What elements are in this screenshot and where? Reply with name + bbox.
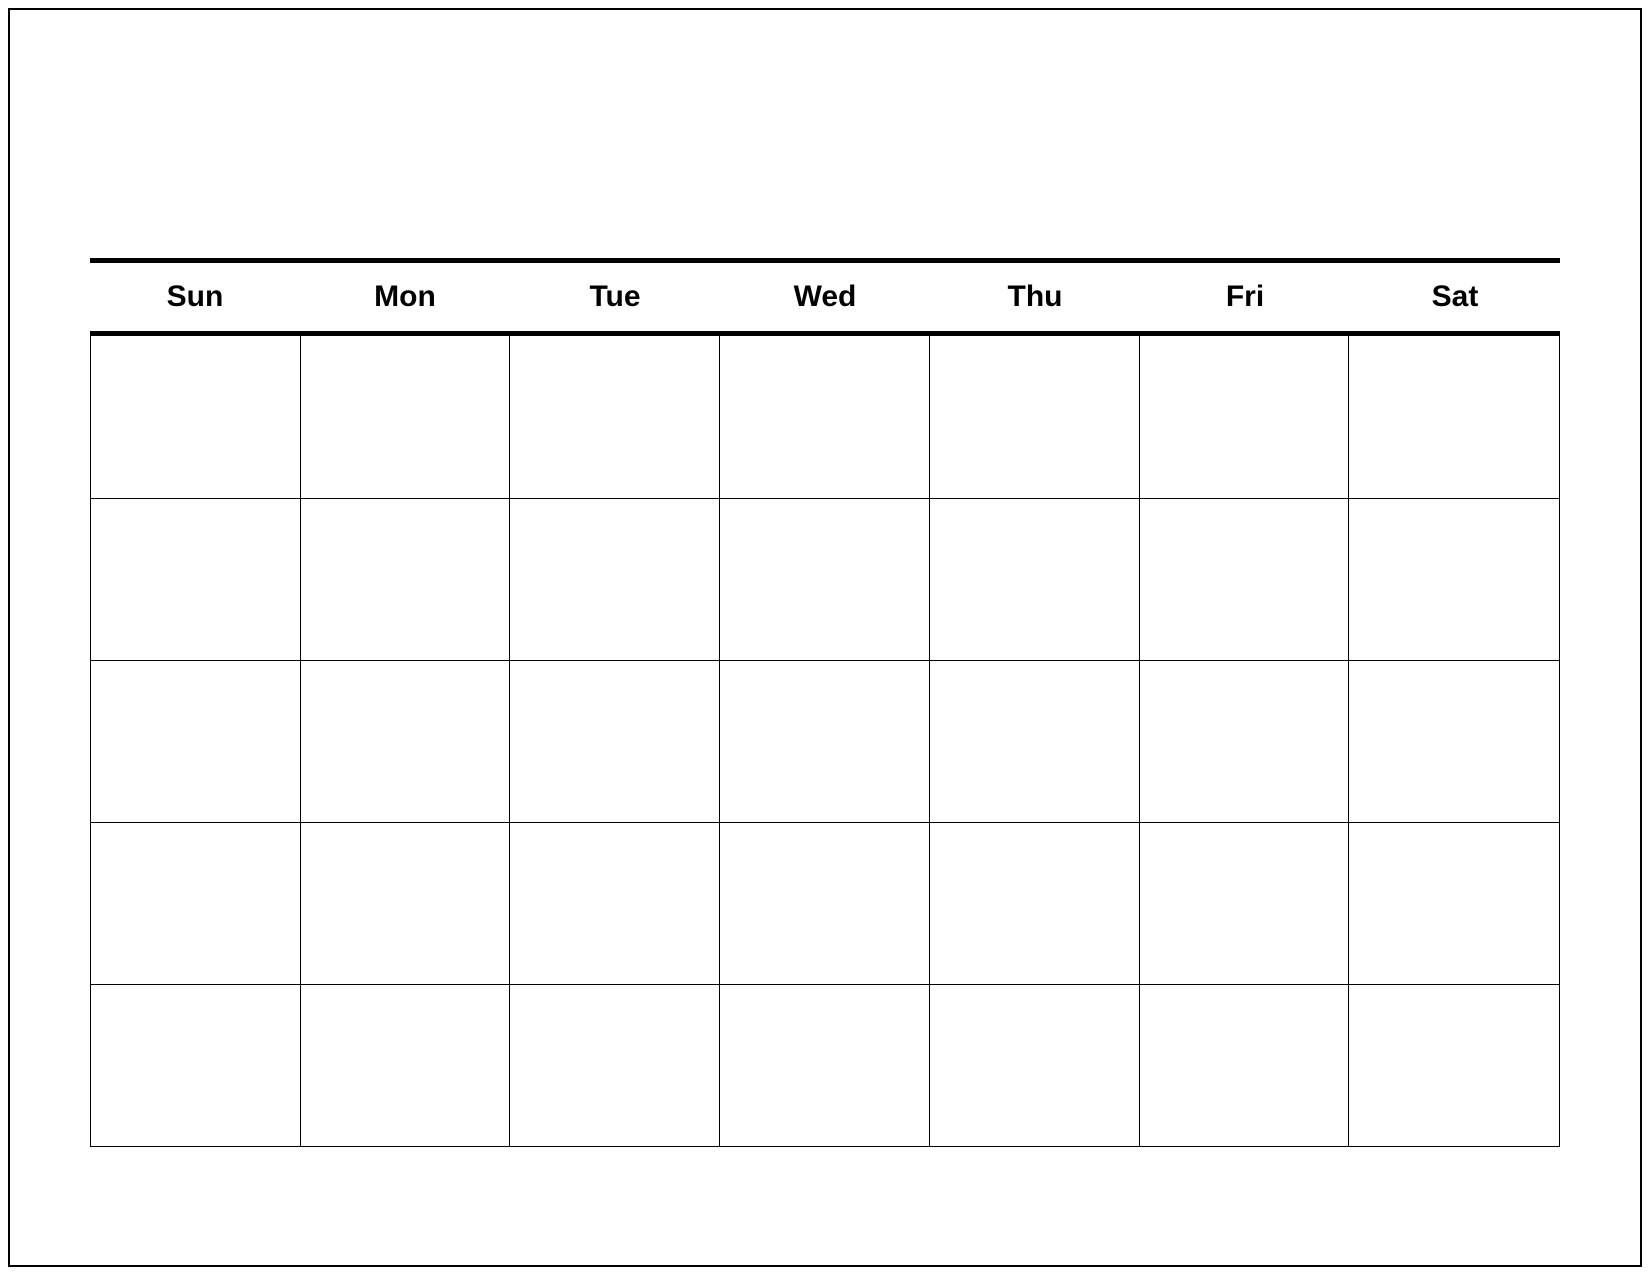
day-cell (1349, 661, 1559, 822)
week-row (91, 498, 1559, 660)
day-cell (1140, 499, 1350, 660)
calendar-header-row: Sun Mon Tue Wed Thu Fri Sat (90, 258, 1560, 336)
day-cell (1349, 499, 1559, 660)
page-frame: Sun Mon Tue Wed Thu Fri Sat (8, 8, 1642, 1267)
day-cell (1140, 823, 1350, 984)
day-cell (91, 823, 301, 984)
day-cell (930, 985, 1140, 1146)
week-row (91, 660, 1559, 822)
day-cell (930, 336, 1140, 498)
day-cell (930, 661, 1140, 822)
day-header-thu: Thu (930, 263, 1140, 331)
calendar-container: Sun Mon Tue Wed Thu Fri Sat (90, 258, 1560, 1147)
day-cell (510, 985, 720, 1146)
day-cell (1140, 661, 1350, 822)
day-cell (301, 985, 511, 1146)
day-cell (1349, 985, 1559, 1146)
day-cell (720, 823, 930, 984)
day-cell (720, 985, 930, 1146)
day-cell (301, 499, 511, 660)
day-cell (510, 661, 720, 822)
day-header-mon: Mon (300, 263, 510, 331)
week-row (91, 984, 1559, 1146)
day-header-sat: Sat (1350, 263, 1560, 331)
week-row (91, 822, 1559, 984)
day-cell (301, 823, 511, 984)
day-cell (720, 336, 930, 498)
day-header-fri: Fri (1140, 263, 1350, 331)
week-row (91, 336, 1559, 498)
day-cell (720, 661, 930, 822)
day-cell (510, 336, 720, 498)
day-header-wed: Wed (720, 263, 930, 331)
day-header-tue: Tue (510, 263, 720, 331)
calendar-grid (90, 336, 1560, 1147)
day-cell (301, 336, 511, 498)
day-cell (301, 661, 511, 822)
day-cell (1140, 336, 1350, 498)
day-cell (1349, 823, 1559, 984)
day-cell (1349, 336, 1559, 498)
day-cell (91, 499, 301, 660)
day-cell (91, 336, 301, 498)
day-cell (720, 499, 930, 660)
day-cell (91, 985, 301, 1146)
day-cell (1140, 985, 1350, 1146)
day-cell (91, 661, 301, 822)
day-cell (510, 823, 720, 984)
day-cell (930, 823, 1140, 984)
day-cell (930, 499, 1140, 660)
day-header-sun: Sun (90, 263, 300, 331)
day-cell (510, 499, 720, 660)
